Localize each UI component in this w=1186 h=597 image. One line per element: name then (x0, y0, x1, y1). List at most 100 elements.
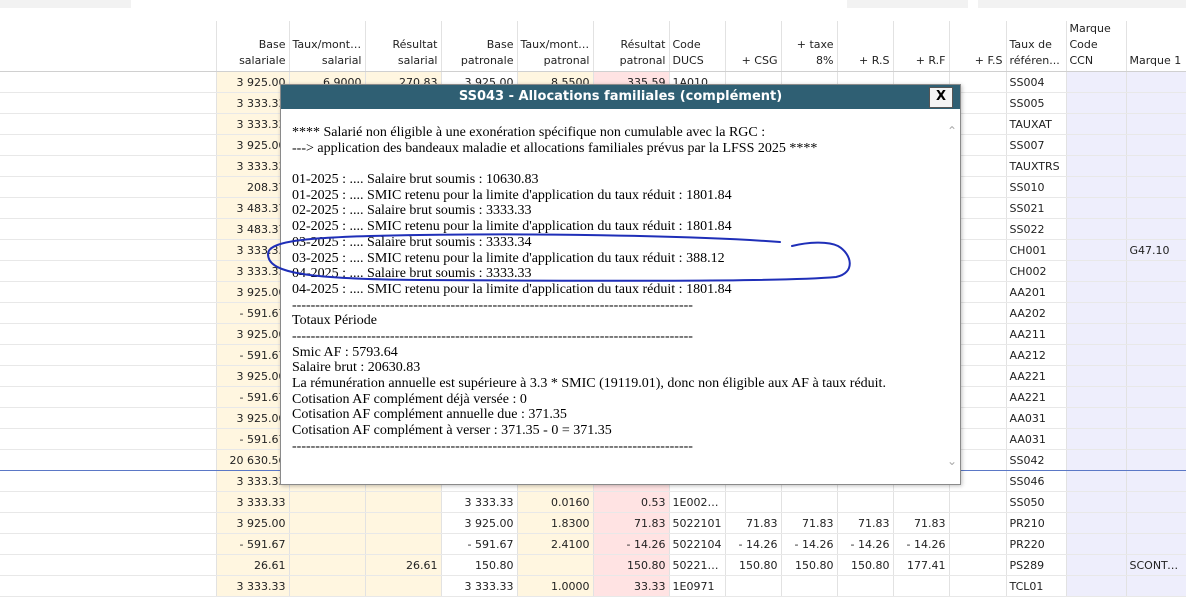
column-header[interactable]: Taux de référen... (1006, 21, 1067, 72)
row-label-cell[interactable] (0, 407, 217, 429)
table-cell[interactable]: SS010 (1006, 176, 1067, 198)
table-cell[interactable] (1066, 365, 1127, 387)
table-cell[interactable]: 3 333.33 (216, 155, 290, 177)
table-cell[interactable] (1126, 491, 1186, 513)
table-cell[interactable]: AA031 (1006, 428, 1067, 450)
table-cell[interactable]: - 591.67 (216, 302, 290, 324)
row-label-cell[interactable] (0, 554, 217, 576)
table-cell[interactable]: 1E0971 (669, 575, 726, 597)
table-cell[interactable]: 150.80 (593, 554, 670, 576)
row-label-cell[interactable] (0, 323, 217, 345)
table-cell[interactable]: AA211 (1006, 323, 1067, 345)
table-cell[interactable] (1126, 197, 1186, 219)
table-cell[interactable] (1126, 365, 1186, 387)
table-cell[interactable]: CH001 (1006, 239, 1067, 261)
table-cell[interactable]: 150.80 (725, 554, 782, 576)
table-cell[interactable]: 150.80 (441, 554, 518, 576)
table-cell[interactable] (1066, 449, 1127, 471)
table-cell[interactable]: SS005 (1006, 92, 1067, 114)
row-label-cell[interactable] (0, 575, 217, 597)
row-label-cell[interactable] (0, 176, 217, 198)
table-cell[interactable] (725, 575, 782, 597)
table-cell[interactable] (1066, 386, 1127, 408)
row-label-cell[interactable] (0, 449, 217, 471)
table-row[interactable]: 3 925.00 3 925.00 1.8300 71.83 5022101 71.83 7… (0, 512, 1186, 534)
column-header[interactable]: Taux/montant salarial (289, 21, 366, 72)
table-cell[interactable] (1066, 113, 1127, 135)
row-label-cell[interactable] (0, 512, 217, 534)
table-cell[interactable]: SS050 (1006, 491, 1067, 513)
table-cell[interactable]: - 591.67 (216, 533, 290, 555)
row-label-cell[interactable] (0, 134, 217, 156)
table-cell[interactable] (893, 575, 950, 597)
table-cell[interactable] (1066, 197, 1127, 219)
table-cell[interactable] (1066, 470, 1127, 492)
table-cell[interactable]: 71.83 (893, 512, 950, 534)
row-label-cell[interactable] (0, 428, 217, 450)
table-cell[interactable] (1126, 449, 1186, 471)
table-cell[interactable] (1066, 281, 1127, 303)
row-label-cell[interactable] (0, 113, 217, 135)
table-cell[interactable]: PR220 (1006, 533, 1067, 555)
row-label-cell[interactable] (0, 365, 217, 387)
table-cell[interactable]: 0.0160 (517, 491, 594, 513)
table-cell[interactable]: 3 925.00 (216, 365, 290, 387)
table-cell[interactable]: 3 925.00 (216, 323, 290, 345)
table-cell[interactable]: 3 333.33 (216, 92, 290, 114)
table-cell[interactable] (1126, 407, 1186, 429)
table-cell[interactable] (1126, 323, 1186, 345)
table-cell[interactable] (949, 554, 1007, 576)
column-header[interactable]: Taux/montant patronal (517, 21, 594, 72)
table-cell[interactable] (1066, 260, 1127, 282)
table-row[interactable]: 3 333.33 3 333.33 0.0160 0.53 1E0027D SS050 (0, 491, 1186, 513)
row-label-cell[interactable] (0, 533, 217, 555)
table-cell[interactable]: - 14.26 (837, 533, 894, 555)
table-cell[interactable]: SS042 (1006, 449, 1067, 471)
table-cell[interactable]: 26.61 (216, 554, 290, 576)
table-cell[interactable]: 3 333.33 (216, 239, 290, 261)
chevron-up-icon[interactable]: ⌃ (946, 125, 958, 137)
table-cell[interactable]: 71.83 (837, 512, 894, 534)
table-cell[interactable] (893, 491, 950, 513)
column-header[interactable]: Résultat salarial (365, 21, 442, 72)
row-label-cell[interactable] (0, 344, 217, 366)
table-cell[interactable]: CH002 (1006, 260, 1067, 282)
table-cell[interactable]: 150.80 (837, 554, 894, 576)
table-cell[interactable]: AA221 (1006, 365, 1067, 387)
table-cell[interactable] (1126, 344, 1186, 366)
table-cell[interactable]: AA202 (1006, 302, 1067, 324)
table-cell[interactable] (365, 575, 442, 597)
table-cell[interactable] (1066, 428, 1127, 450)
table-cell[interactable] (1126, 92, 1186, 114)
column-header[interactable]: Marque 1 (1126, 21, 1186, 72)
table-cell[interactable]: SS021 (1006, 197, 1067, 219)
table-cell[interactable] (1126, 134, 1186, 156)
table-cell[interactable] (517, 554, 594, 576)
table-cell[interactable] (365, 512, 442, 534)
table-cell[interactable] (1126, 113, 1186, 135)
column-header[interactable]: Code DUCS (669, 21, 726, 72)
table-cell[interactable]: - 14.26 (593, 533, 670, 555)
table-cell[interactable]: 5022104 (669, 533, 726, 555)
table-cell[interactable] (1126, 176, 1186, 198)
table-cell[interactable] (1126, 218, 1186, 240)
table-cell[interactable] (1126, 281, 1186, 303)
table-cell[interactable]: 3 333.33 (216, 260, 290, 282)
column-header[interactable]: + R.S (837, 21, 894, 72)
table-cell[interactable]: 3 333.33 (216, 575, 290, 597)
table-cell[interactable] (289, 554, 366, 576)
table-cell[interactable]: G47.10 (1126, 239, 1186, 261)
table-cell[interactable] (365, 491, 442, 513)
table-cell[interactable] (1126, 533, 1186, 555)
row-label-cell[interactable] (0, 470, 217, 492)
table-cell[interactable] (1066, 575, 1127, 597)
chevron-down-icon[interactable]: ⌄ (946, 455, 958, 467)
row-label-cell[interactable] (0, 281, 217, 303)
table-cell[interactable]: 3 925.00 (441, 512, 518, 534)
table-row[interactable]: - 591.67- 591.67 2.4100- 14.26 5022104- 14… (0, 533, 1186, 555)
table-cell[interactable]: AA031 (1006, 407, 1067, 429)
row-label-cell[interactable] (0, 386, 217, 408)
row-label-cell[interactable] (0, 218, 217, 240)
table-cell[interactable]: 3 925.00 (216, 512, 290, 534)
table-cell[interactable] (289, 575, 366, 597)
